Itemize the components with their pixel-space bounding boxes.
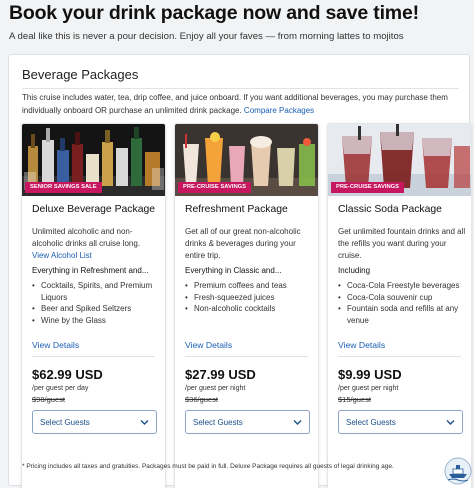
original-price: $98/guest — [32, 395, 65, 404]
original-price: $15/guest — [338, 395, 371, 404]
view-details-link[interactable]: View Details — [185, 340, 232, 350]
card-divider — [32, 356, 155, 357]
list-item: Beer and Spiked Seltzers — [32, 303, 162, 315]
package-description: Get all of our great non-alcoholic drink… — [185, 227, 301, 260]
included-items-list: Premium coffees and teas Fresh-squeezed … — [185, 280, 315, 315]
cruise-logo-icon — [444, 457, 472, 485]
select-guests-dropdown[interactable]: Select Guests — [338, 410, 463, 434]
panel-title: Beverage Packages — [22, 67, 139, 82]
beverage-packages-panel: Beverage Packages This cruise includes w… — [8, 54, 472, 488]
select-guests-label: Select Guests — [193, 418, 243, 427]
list-item: Premium coffees and teas — [185, 280, 315, 292]
list-item: Coca-Cola Freestyle beverages — [338, 280, 468, 292]
chevron-down-icon — [140, 420, 149, 425]
list-item: Non-alcoholic cocktails — [185, 303, 315, 315]
package-title: Classic Soda Package — [338, 204, 442, 215]
card-divider — [338, 356, 461, 357]
view-alcohol-list-link[interactable]: View Alcohol List — [32, 251, 92, 260]
package-title: Deluxe Beverage Package — [32, 204, 156, 215]
intro-text: This cruise includes water, tea, drip co… — [22, 92, 462, 117]
package-card-refreshment: PRE-CRUISE SAVINGS Refreshment Package G… — [174, 123, 319, 488]
page-title: Book your drink package now and save tim… — [9, 2, 419, 24]
package-price: $9.99 USD — [338, 367, 402, 382]
select-guests-label: Select Guests — [40, 418, 90, 427]
pricing-footnote: * Pricing includes all taxes and gratuit… — [22, 463, 394, 470]
package-card-classic-soda: PRE-CRUISE SAVINGS Classic Soda Package … — [327, 123, 472, 488]
included-items-list: Coca-Cola Freestyle beverages Coca-Cola … — [338, 280, 468, 326]
package-description: Get unlimited fountain drinks and all th… — [338, 227, 466, 260]
includes-heading: Including — [338, 266, 371, 275]
price-unit: /per guest per day — [32, 385, 89, 392]
price-unit: /per guest per night — [185, 385, 246, 392]
package-card-deluxe: SENIOR SAVINGS SALE Deluxe Beverage Pack… — [21, 123, 166, 488]
view-details-link[interactable]: View Details — [32, 340, 79, 350]
price-unit: /per guest per night — [338, 385, 399, 392]
package-badge: PRE-CRUISE SAVINGS — [178, 182, 252, 193]
chevron-down-icon — [446, 420, 455, 425]
select-guests-dropdown[interactable]: Select Guests — [185, 410, 310, 434]
package-badge: SENIOR SAVINGS SALE — [25, 182, 102, 193]
card-divider — [185, 356, 308, 357]
select-guests-label: Select Guests — [346, 418, 396, 427]
panel-divider — [22, 88, 459, 89]
included-items-list: Cocktails, Spirits, and Premium Liquors … — [32, 280, 162, 326]
list-item: Coca-Cola souvenir cup — [338, 292, 468, 304]
page-subtitle: A deal like this is never a pour decisio… — [9, 31, 404, 42]
select-guests-dropdown[interactable]: Select Guests — [32, 410, 157, 434]
package-description: Unlimited alcoholic and non-alcoholic dr… — [32, 227, 141, 248]
package-badge: PRE-CRUISE SAVINGS — [331, 182, 405, 193]
list-item: Fountain soda and refills at any venue — [338, 303, 468, 326]
list-item: Wine by the Glass — [32, 315, 162, 327]
intro-body: This cruise includes water, tea, drip co… — [22, 93, 448, 115]
list-item: Cocktails, Spirits, and Premium Liquors — [32, 280, 162, 303]
view-details-link[interactable]: View Details — [338, 340, 385, 350]
package-price: $62.99 USD — [32, 367, 103, 382]
includes-heading: Everything in Refreshment and... — [32, 266, 149, 275]
original-price: $36/guest — [185, 395, 218, 404]
includes-heading: Everything in Classic and... — [185, 266, 282, 275]
package-title: Refreshment Package — [185, 204, 288, 215]
compare-packages-link[interactable]: Compare Packages — [244, 106, 314, 115]
package-price: $27.99 USD — [185, 367, 256, 382]
list-item: Fresh-squeezed juices — [185, 292, 315, 304]
chevron-down-icon — [293, 420, 302, 425]
